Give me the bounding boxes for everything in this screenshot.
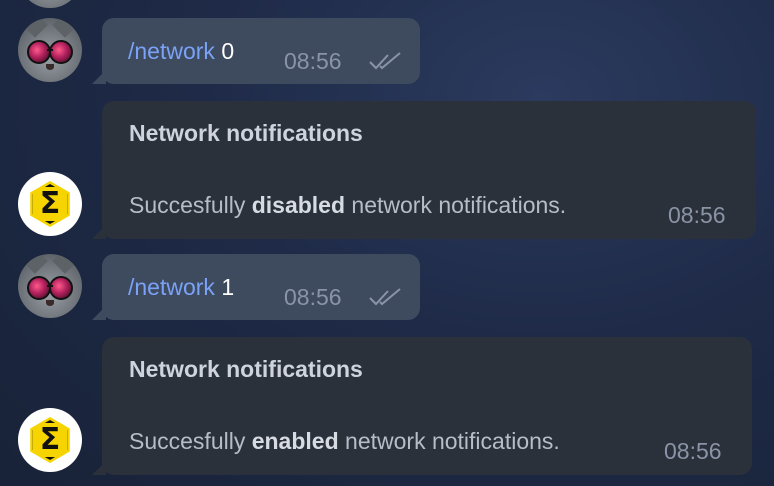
user-avatar-partial[interactable] [18, 0, 82, 8]
bubble-tail [92, 225, 106, 239]
message-text: /network 0 [128, 38, 234, 65]
message-bubble-incoming[interactable]: Network notifications Succesfully enable… [92, 337, 752, 475]
double-check-icon [369, 288, 401, 306]
bot-logo-icon: Σ [30, 417, 70, 463]
message-time: 08:56 [284, 48, 342, 74]
bot-command-link[interactable]: /network [128, 274, 215, 300]
bot-command-link[interactable]: /network [128, 38, 215, 64]
bubble-tail [92, 306, 106, 320]
message-bubble-incoming[interactable]: Network notifications Succesfully disabl… [92, 101, 756, 239]
message-time: 08:56 [284, 284, 342, 310]
status-word: disabled [251, 192, 346, 218]
message-time: 08:56 [664, 438, 722, 464]
bot-avatar[interactable]: Σ [18, 408, 82, 472]
user-avatar[interactable] [18, 254, 82, 318]
bot-avatar[interactable]: Σ [18, 172, 82, 236]
user-avatar[interactable] [18, 18, 82, 82]
message-time: 08:56 [668, 202, 726, 228]
double-check-icon [369, 52, 401, 70]
bubble-tail [92, 461, 106, 475]
status-word: enabled [251, 428, 339, 454]
command-argument: 1 [221, 274, 235, 300]
message-title: Network notifications [129, 356, 363, 382]
message-title: Network notifications [129, 120, 363, 146]
command-argument: 0 [221, 38, 235, 64]
bot-logo-icon: Σ [30, 181, 70, 227]
message-body: Succesfully enabled network notification… [129, 428, 560, 454]
message-bubble-outgoing[interactable]: /network 0 08:56 [92, 18, 420, 84]
message-text: /network 1 [128, 274, 234, 301]
message-body: Succesfully disabled network notificatio… [129, 192, 567, 218]
message-bubble-outgoing[interactable]: /network 1 08:56 [92, 254, 420, 320]
bubble-tail [92, 70, 106, 84]
